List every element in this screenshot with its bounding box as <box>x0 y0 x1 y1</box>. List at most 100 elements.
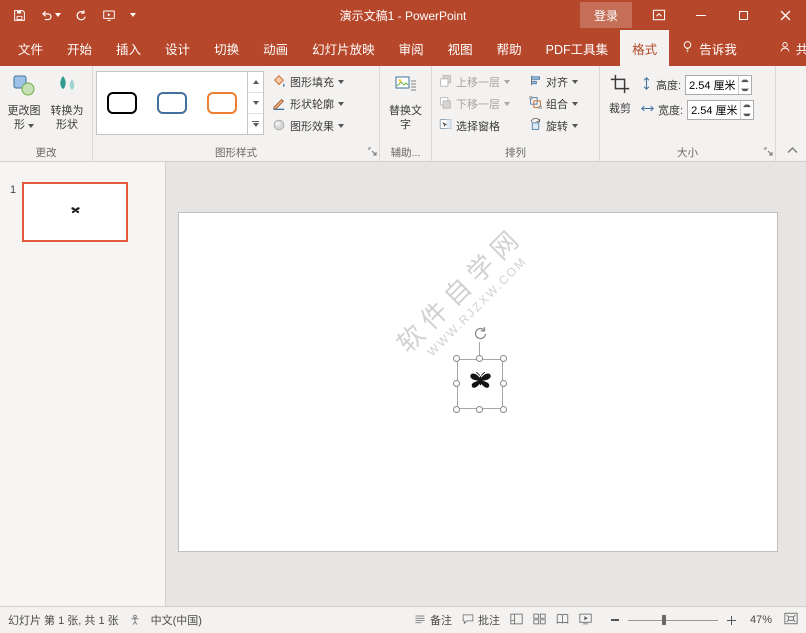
group-label-change: 更改 <box>0 145 92 160</box>
zoom-level[interactable]: 47% <box>744 614 772 626</box>
tab-pdf-tools[interactable]: PDF工具集 <box>534 30 621 66</box>
group-button[interactable]: 组合 <box>525 93 591 115</box>
fit-to-window-icon[interactable] <box>784 612 798 628</box>
change-shape-icon <box>12 73 36 102</box>
rotation-handle-icon[interactable] <box>473 326 487 345</box>
gallery-up-button[interactable] <box>248 72 263 93</box>
height-decrease-icon[interactable] <box>740 86 750 93</box>
style-preview-1[interactable] <box>97 72 147 134</box>
width-decrease-icon[interactable] <box>742 111 752 118</box>
gallery-more-button[interactable] <box>248 114 263 134</box>
minimize-button[interactable] <box>680 0 722 30</box>
slideshow-view-icon[interactable] <box>579 613 592 628</box>
tab-transitions[interactable]: 切换 <box>202 30 251 66</box>
tab-help[interactable]: 帮助 <box>485 30 534 66</box>
shape-style-gallery <box>96 71 264 135</box>
selection-pane-button[interactable]: 选择窗格 <box>435 115 523 137</box>
selection-handle-e[interactable] <box>500 380 507 387</box>
group-label-size: 大小 <box>600 145 775 160</box>
tab-tell-me[interactable]: 告诉我 <box>669 30 749 66</box>
shape-fill-button[interactable]: 图形填充 <box>268 71 348 93</box>
login-button[interactable]: 登录 <box>580 2 632 28</box>
zoom-slider[interactable] <box>628 613 718 627</box>
shape-effects-icon <box>272 118 286 135</box>
zoom-out-icon[interactable] <box>608 613 622 627</box>
notes-icon <box>414 613 426 628</box>
shape-styles-dialog-launcher-icon[interactable] <box>368 147 377 159</box>
shape-fill-icon <box>272 74 286 91</box>
quick-access-toolbar <box>0 6 141 25</box>
tab-slideshow[interactable]: 幻灯片放映 <box>300 30 387 66</box>
bring-forward-button[interactable]: 上移一层 <box>435 71 523 93</box>
tab-insert[interactable]: 插入 <box>104 30 153 66</box>
selection-handle-sw[interactable] <box>453 406 460 413</box>
selection-handle-w[interactable] <box>453 380 460 387</box>
size-dialog-launcher-icon[interactable] <box>764 147 773 159</box>
comments-button[interactable]: 批注 <box>462 612 500 628</box>
rotate-icon <box>529 118 542 134</box>
slide-thumbnail-pane: 1 <box>0 162 166 606</box>
normal-view-icon[interactable] <box>510 613 523 628</box>
gallery-down-button[interactable] <box>248 93 263 114</box>
width-label: 宽度: <box>658 102 683 118</box>
tab-animations[interactable]: 动画 <box>251 30 300 66</box>
change-shape-button[interactable]: 更改图形 <box>3 69 45 145</box>
tab-view[interactable]: 视图 <box>436 30 485 66</box>
selection-handle-n[interactable] <box>476 355 483 362</box>
zoom-in-icon[interactable] <box>724 613 738 627</box>
start-slideshow-icon[interactable] <box>97 6 121 25</box>
height-label: 高度: <box>656 77 681 93</box>
rotate-button[interactable]: 旋转 <box>525 115 591 137</box>
tab-file[interactable]: 文件 <box>6 30 55 66</box>
zoom-slider-thumb[interactable] <box>662 615 666 625</box>
save-icon[interactable] <box>8 6 31 25</box>
group-size: 裁剪 高度: <box>600 66 776 161</box>
slide-canvas[interactable]: 软件自学网 WWW.RJZXW.COM <box>178 212 778 552</box>
width-field <box>687 100 754 120</box>
alt-text-button[interactable]: 替换文字 <box>384 69 428 145</box>
slide-sorter-icon[interactable] <box>533 613 546 628</box>
selection-handle-s[interactable] <box>476 406 483 413</box>
selection-handle-nw[interactable] <box>453 355 460 362</box>
style-preview-3[interactable] <box>197 72 247 134</box>
convert-to-shape-button[interactable]: 转换为形状 <box>45 69 89 145</box>
bring-forward-icon <box>439 74 452 90</box>
convert-to-shape-icon <box>55 73 79 102</box>
accessibility-icon[interactable] <box>129 614 141 626</box>
butterfly-shape[interactable] <box>467 368 494 400</box>
height-increase-icon[interactable] <box>740 77 750 84</box>
undo-icon[interactable] <box>35 6 66 25</box>
maximize-button[interactable] <box>722 0 764 30</box>
width-input[interactable] <box>688 101 740 119</box>
height-input[interactable] <box>686 76 738 94</box>
selection-handle-ne[interactable] <box>500 355 507 362</box>
group-arrange: 上移一层 下移一层 选择窗格 <box>432 66 600 161</box>
tab-format[interactable]: 格式 <box>620 30 669 66</box>
ribbon-display-options-icon[interactable] <box>638 0 680 30</box>
close-button[interactable] <box>764 0 806 30</box>
thumbnail-butterfly-icon <box>70 203 81 221</box>
shape-outline-button[interactable]: 形状轮廓 <box>268 93 348 115</box>
redo-icon[interactable] <box>70 6 93 25</box>
align-button[interactable]: 对齐 <box>525 71 591 93</box>
slide-counter[interactable]: 幻灯片 第 1 张, 共 1 张 <box>8 612 119 628</box>
notes-button[interactable]: 备注 <box>414 612 452 628</box>
tab-review[interactable]: 审阅 <box>387 30 436 66</box>
tab-home[interactable]: 开始 <box>55 30 104 66</box>
tab-design[interactable]: 设计 <box>153 30 202 66</box>
group-label-shape-styles: 图形样式 <box>93 145 379 160</box>
selection-handle-se[interactable] <box>500 406 507 413</box>
customize-qat-icon[interactable] <box>125 10 141 20</box>
language-indicator[interactable]: 中文(中国) <box>151 612 202 628</box>
collapse-ribbon-icon[interactable] <box>787 145 798 157</box>
reading-view-icon[interactable] <box>556 613 569 628</box>
ribbon-tab-bar: 文件 开始 插入 设计 切换 动画 幻灯片放映 审阅 视图 帮助 PDF工具集 … <box>0 30 806 66</box>
group-objects-icon <box>529 96 542 112</box>
send-backward-button[interactable]: 下移一层 <box>435 93 523 115</box>
crop-button[interactable]: 裁剪 <box>603 69 637 145</box>
slide-thumbnail[interactable] <box>22 182 128 242</box>
style-preview-2[interactable] <box>147 72 197 134</box>
width-increase-icon[interactable] <box>742 102 752 109</box>
shape-effects-button[interactable]: 图形效果 <box>268 115 348 137</box>
tab-share[interactable]: 共享 <box>767 30 806 66</box>
